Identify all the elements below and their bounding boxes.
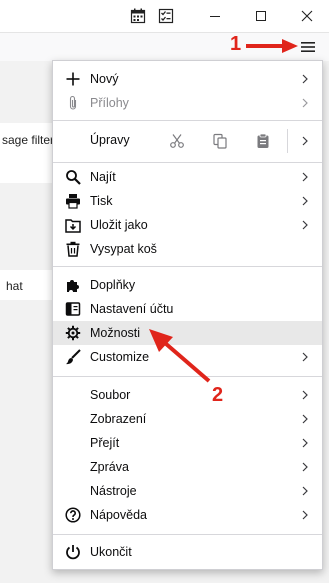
chevron-right-icon [300, 460, 310, 474]
menu-item-go[interactable]: Přejít [53, 431, 322, 455]
close-button[interactable] [285, 0, 329, 32]
menu-item-label: Možnosti [90, 326, 141, 340]
menu-item-quit[interactable]: Ukončit [53, 540, 322, 564]
menu-item-label: Zpráva [90, 460, 129, 474]
menu-item-label: Nový [90, 72, 119, 86]
menu-item-label: Soubor [90, 388, 131, 402]
menu-item-new[interactable]: Nový [53, 67, 322, 91]
chevron-right-icon [300, 194, 310, 208]
filter-bar [0, 123, 60, 183]
annotation-arrow-1 [246, 39, 298, 53]
chat-label: hat [6, 279, 23, 293]
edit-row: Úpravy [53, 121, 322, 161]
app-menu-button[interactable] [297, 37, 319, 57]
menu-item-label: Nastavení účtu [90, 302, 174, 316]
chevron-right-icon [300, 96, 310, 110]
menu-separator [53, 266, 322, 267]
menu-item-empty-trash[interactable]: Vysypat koš [53, 237, 322, 261]
menu-item-label: Přejít [90, 436, 120, 450]
menu-item-attachments[interactable]: Přílohy [53, 91, 322, 115]
paperclip-icon [64, 94, 82, 112]
power-icon [64, 543, 82, 561]
menu-item-account-settings[interactable]: Nastavení účtu [53, 297, 322, 321]
brush-icon [64, 348, 82, 366]
edit-label: Úpravy [90, 133, 130, 147]
search-icon [64, 168, 82, 186]
app-menu-panel: Nový Přílohy Úpravy Najít Tisk Uložit ja… [52, 60, 323, 570]
menu-item-label: Vysypat koš [90, 242, 157, 256]
help-icon [64, 506, 82, 524]
hamburger-icon [301, 42, 315, 52]
menu-item-label: Najít [90, 170, 116, 184]
plus-icon [64, 70, 82, 88]
cut-button[interactable] [165, 129, 189, 153]
printer-icon [64, 192, 82, 210]
menu-item-view[interactable]: Zobrazení [53, 407, 322, 431]
chevron-right-icon [300, 170, 310, 184]
menu-item-label: Uložit jako [90, 218, 148, 232]
menu-item-tools[interactable]: Nástroje [53, 479, 322, 503]
chevron-right-icon [300, 412, 310, 426]
edit-separator [287, 129, 288, 153]
copy-icon [213, 133, 227, 149]
clipboard-icon [257, 133, 269, 148]
menu-item-label: Nápověda [90, 508, 147, 522]
menu-separator [53, 162, 322, 163]
account-settings-icon [64, 300, 82, 318]
menu-item-label: Přílohy [90, 96, 129, 110]
menu-item-save-as[interactable]: Uložit jako [53, 213, 322, 237]
save-as-icon [64, 216, 82, 234]
gear-icon [64, 324, 82, 342]
menu-item-label: Customize [90, 350, 150, 364]
menu-separator [53, 534, 322, 535]
maximize-button[interactable] [239, 0, 283, 32]
puzzle-icon [64, 276, 82, 294]
copy-button[interactable] [208, 129, 232, 153]
menu-item-label: Nástroje [90, 484, 137, 498]
chevron-right-icon [300, 388, 310, 402]
menu-item-addons[interactable]: Doplňky [53, 273, 322, 297]
minimize-button[interactable] [193, 0, 237, 32]
title-bar [0, 0, 329, 32]
chevron-right-icon [300, 508, 310, 522]
menu-item-find[interactable]: Najít [53, 165, 322, 189]
chevron-right-icon [300, 218, 310, 232]
annotation-arrow-2 [149, 329, 211, 383]
tasks-icon[interactable] [156, 6, 176, 26]
scissors-icon [170, 134, 184, 148]
chevron-right-icon [300, 484, 310, 498]
chevron-right-icon [300, 72, 310, 86]
menu-item-label: Doplňky [90, 278, 136, 292]
annotation-number-1: 1 [230, 33, 242, 55]
chevron-right-icon [302, 136, 308, 146]
menu-item-message[interactable]: Zpráva [53, 455, 322, 479]
paste-button[interactable] [251, 129, 275, 153]
calendar-icon[interactable] [128, 6, 148, 26]
menu-item-help[interactable]: Nápověda [53, 503, 322, 527]
annotation-number-2: 2 [212, 384, 224, 406]
menu-item-label: Tisk [90, 194, 113, 208]
menu-item-label: Ukončit [90, 545, 132, 559]
chevron-right-icon [300, 350, 310, 364]
chevron-right-icon [300, 436, 310, 450]
edit-more-button[interactable] [293, 129, 317, 153]
menu-item-print[interactable]: Tisk [53, 189, 322, 213]
menu-item-label: Zobrazení [90, 412, 147, 426]
trash-icon [64, 240, 82, 258]
